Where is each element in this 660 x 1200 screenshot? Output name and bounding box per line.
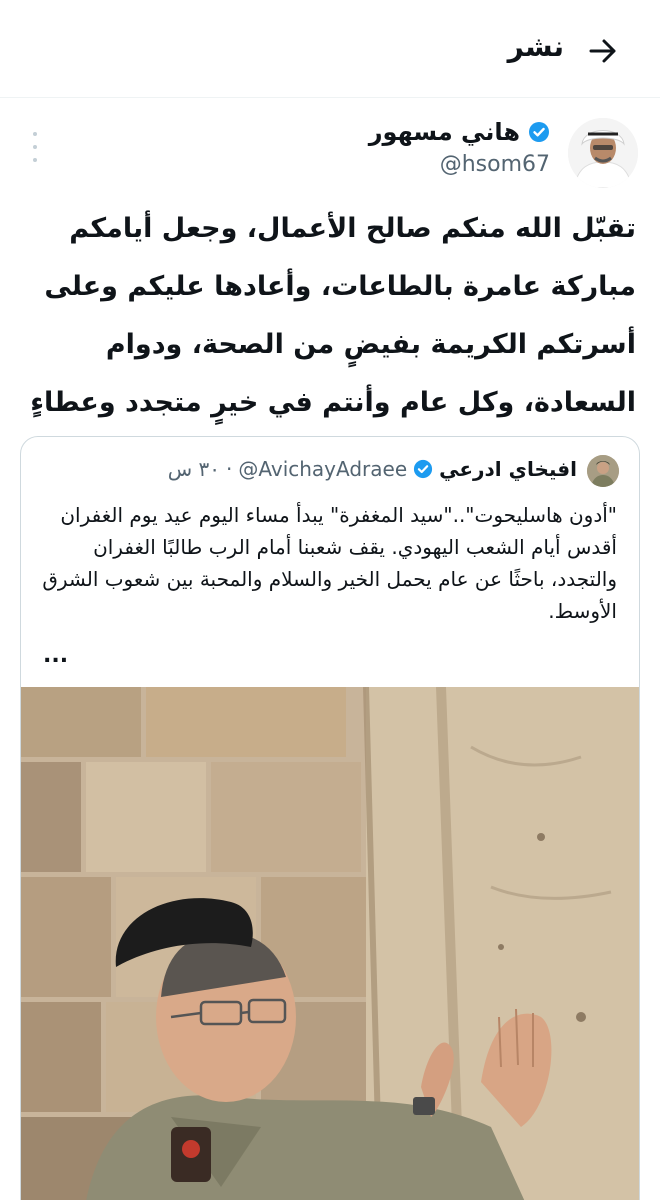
meta-separator: · (225, 457, 233, 481)
quoted-author-handle[interactable]: @AvichayAdraee (238, 457, 407, 481)
author-row: هاني مسهور (369, 118, 550, 146)
avatar[interactable] (568, 118, 638, 188)
show-more-ellipsis[interactable]: ... (43, 643, 68, 668)
more-dot-icon (33, 145, 37, 149)
quoted-tweet-text: "أدون هاسليحوت".."سيد المغفرة" يبدأ مساء… (42, 503, 617, 623)
author-handle[interactable]: @hsom67 (440, 152, 550, 177)
back-button[interactable] (586, 34, 620, 68)
more-options-button[interactable] (28, 132, 42, 162)
quoted-author-avatar[interactable] (587, 455, 619, 487)
author-name[interactable]: هاني مسهور (369, 118, 520, 146)
quoted-meta-row: افيخاي ادرعي @AvichayAdraee · ٣٠ س (168, 457, 577, 481)
quoted-author-name[interactable]: افيخاي ادرعي (439, 457, 577, 481)
page-title: نشر (507, 30, 564, 63)
quoted-tweet-photo[interactable] (21, 687, 640, 1200)
quoted-tweet-card[interactable]: افيخاي ادرعي @AvichayAdraee · ٣٠ س "أدون… (20, 436, 640, 1200)
avatar-image (568, 118, 638, 188)
avatar-image (587, 455, 619, 487)
top-bar: نشر (0, 0, 660, 98)
quoted-timestamp[interactable]: ٣٠ س (168, 457, 220, 481)
more-dot-icon (33, 132, 37, 136)
more-dot-icon (33, 158, 37, 162)
verified-badge-icon (529, 122, 549, 142)
arrow-right-icon (589, 39, 616, 63)
verified-badge-icon (414, 459, 433, 479)
